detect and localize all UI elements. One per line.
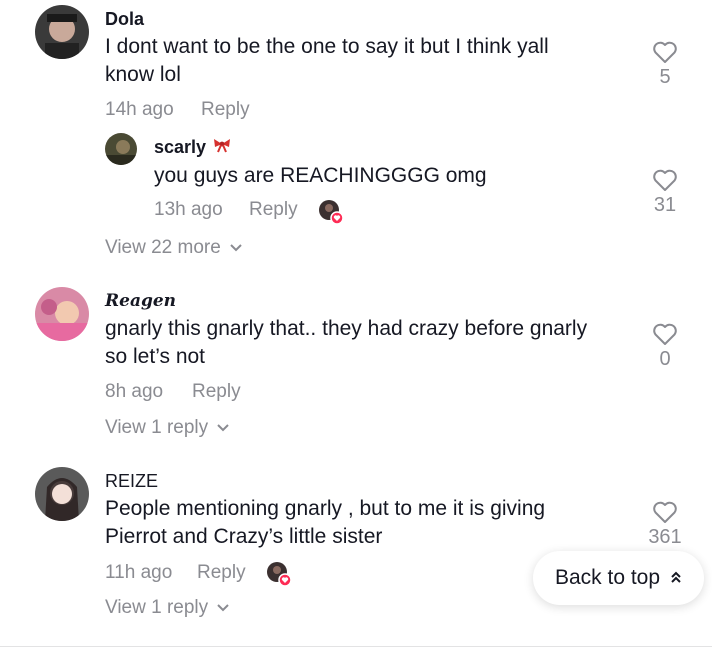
comment-username[interactable]: REIZE — [105, 471, 158, 492]
comment-time: 11h ago — [105, 562, 173, 583]
heart-icon[interactable] — [645, 322, 685, 346]
chevron-down-icon — [229, 237, 243, 259]
view-more-replies[interactable]: View 1 reply — [105, 417, 230, 439]
heart-icon[interactable] — [645, 168, 685, 192]
comment-username[interactable]: scarly — [154, 137, 206, 158]
back-to-top-label: Back to top — [554, 566, 661, 589]
reply-button[interactable]: Reply — [249, 199, 298, 221]
comment-time: 8h ago — [105, 381, 164, 402]
comment-text: gnarly this gnarly that.. they had crazy… — [105, 317, 588, 340]
comment-text: know lol — [105, 63, 181, 86]
view-more-replies[interactable]: View 22 more — [105, 237, 243, 259]
comment-text: People mentioning gnarly , but to me it … — [105, 497, 546, 520]
like-button[interactable]: 5 — [645, 40, 685, 89]
like-count: 31 — [653, 194, 677, 216]
chevron-down-icon — [216, 417, 230, 439]
bow-icon — [212, 137, 232, 158]
comment-username[interactable]: Reagen — [105, 291, 176, 311]
avatar[interactable] — [35, 287, 89, 341]
double-chevron-up-icon — [670, 566, 682, 590]
creator-liked-badge — [318, 199, 344, 225]
reply-button[interactable]: Reply — [192, 381, 241, 403]
avatar[interactable] — [35, 5, 89, 59]
reply-button[interactable]: Reply — [201, 99, 250, 121]
like-count: 5 — [659, 66, 671, 88]
comment-time: 14h ago — [105, 99, 174, 120]
creator-liked-badge — [266, 561, 292, 587]
view-more-label: View 22 more — [105, 237, 221, 258]
heart-icon[interactable] — [645, 500, 685, 524]
comment-text: Pierrot and Crazy’s little sister — [105, 525, 383, 548]
like-button[interactable]: 361 — [645, 500, 685, 549]
comment-text: you guys are REACHINGGGG omg — [154, 164, 487, 187]
reply-username-row: scarly — [154, 137, 232, 158]
creator-avatar-icon — [319, 200, 344, 225]
like-count: 361 — [648, 526, 682, 548]
bottom-divider — [0, 646, 712, 647]
comment-text: so let’s not — [105, 345, 206, 368]
like-button[interactable]: 0 — [645, 322, 685, 371]
avatar[interactable] — [105, 133, 137, 165]
view-more-label: View 1 reply — [105, 597, 209, 618]
creator-avatar-icon — [267, 562, 292, 587]
reply-button[interactable]: Reply — [197, 562, 246, 584]
view-more-label: View 1 reply — [105, 417, 209, 438]
chevron-down-icon — [216, 597, 230, 619]
comment-text: I dont want to be the one to say it but … — [105, 35, 549, 58]
like-button[interactable]: 31 — [645, 168, 685, 217]
view-more-replies[interactable]: View 1 reply — [105, 597, 230, 619]
comment-time: 13h ago — [154, 199, 223, 220]
heart-icon[interactable] — [645, 40, 685, 64]
back-to-top-button[interactable]: Back to top — [533, 551, 704, 605]
avatar[interactable] — [35, 467, 89, 521]
comment-username[interactable]: Dola — [105, 9, 144, 30]
like-count: 0 — [659, 348, 671, 370]
